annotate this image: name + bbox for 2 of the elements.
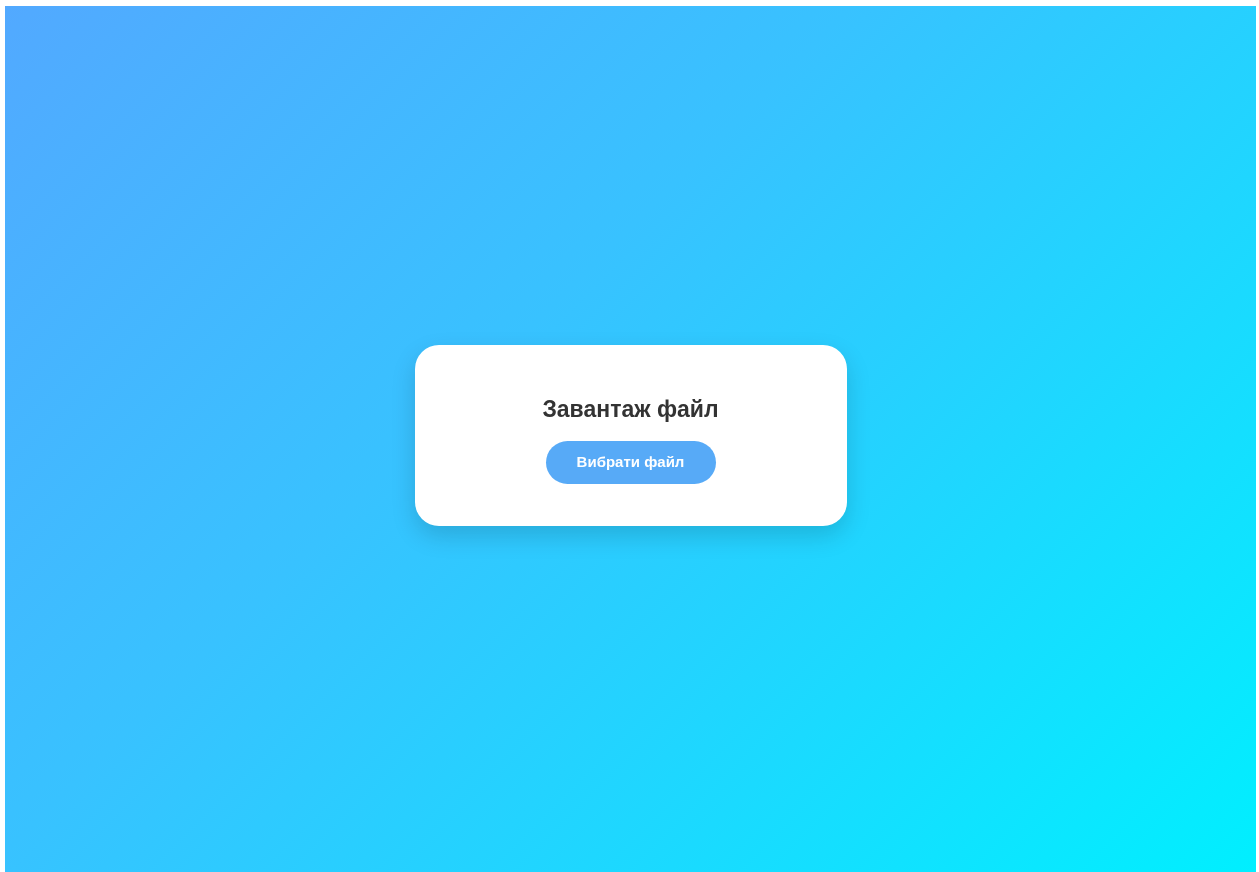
choose-file-button[interactable]: Вибрати файл [545,440,716,484]
card-title: Завантаж файл [542,395,719,425]
